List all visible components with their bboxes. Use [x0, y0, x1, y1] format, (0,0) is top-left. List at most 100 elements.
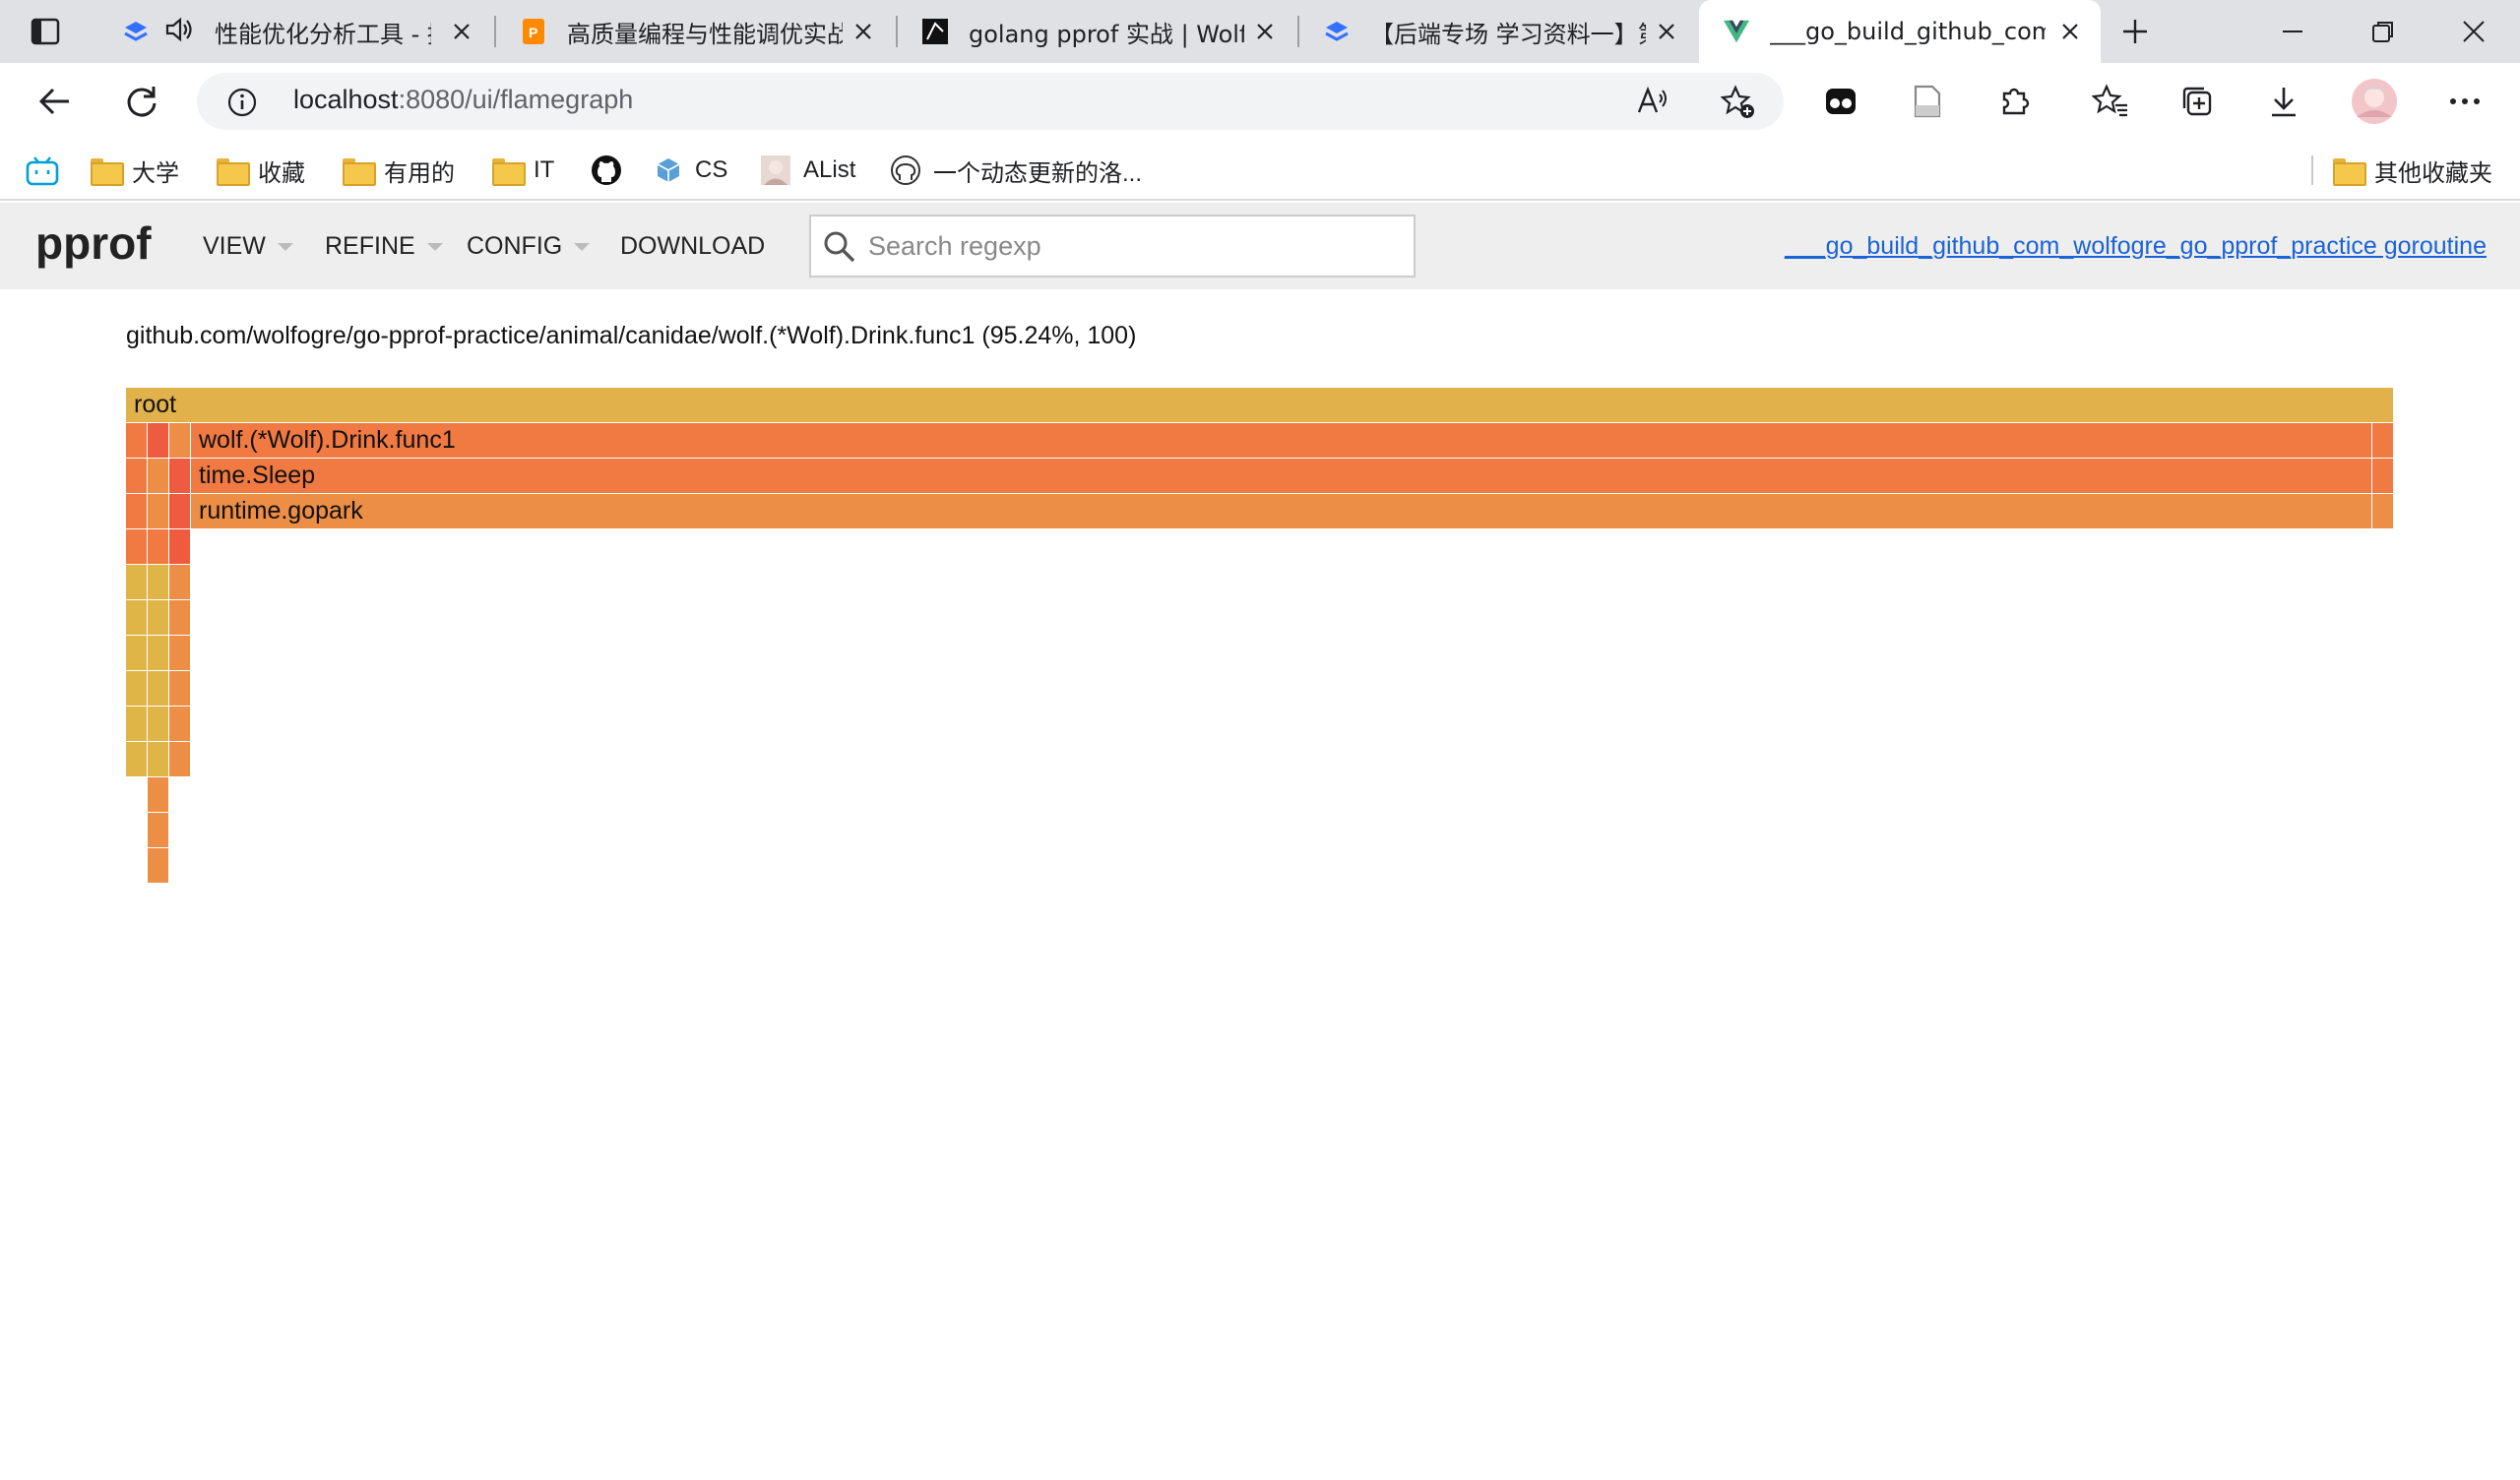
flame-frame[interactable] [169, 565, 191, 600]
tab-2[interactable]: golang pprof 实战 | Wolfo [898, 0, 1295, 63]
extensions-button[interactable] [1986, 74, 2042, 129]
extension-bear-button[interactable] [1813, 74, 1868, 129]
other-bookmarks-folder[interactable]: 其他收藏夹 [2333, 140, 2492, 201]
pprof-header: pprof VIEW REFINE CONFIG DOWNLOAD ___go_… [0, 203, 2520, 289]
flame-frame[interactable] [169, 742, 191, 777]
bookmark-cs[interactable]: CS [654, 140, 727, 201]
close-window-button[interactable] [2429, 0, 2518, 63]
extension-page-button[interactable] [1900, 74, 1955, 129]
flame-frame[interactable] [169, 636, 191, 671]
address-bar[interactable]: localhost:8080/ui/flamegraph [197, 73, 1784, 130]
avatar-icon [761, 155, 790, 185]
bookmark-folder-youyongde[interactable]: 有用的 [343, 140, 455, 201]
flame-frame[interactable] [126, 707, 148, 742]
tab-0[interactable]: 性能优化分析工具 - 掘 [98, 0, 492, 63]
flame-frame[interactable] [169, 529, 191, 565]
flame-frame[interactable] [126, 494, 148, 529]
new-tab-button[interactable] [2091, 0, 2179, 63]
bookmark-label: IT [534, 156, 555, 183]
flame-frame[interactable] [169, 600, 191, 636]
refresh-icon [127, 87, 157, 117]
flame-frame[interactable] [126, 529, 148, 565]
search-input[interactable] [866, 222, 1398, 270]
flame-frame[interactable] [148, 777, 169, 813]
flame-frame[interactable] [148, 636, 169, 671]
flame-frame-wolf-drink[interactable]: wolf.(*Wolf).Drink.func1 [191, 423, 2372, 459]
close-tab-icon[interactable] [2057, 19, 2083, 44]
flame-frame[interactable] [148, 848, 169, 884]
flame-frame[interactable] [126, 423, 148, 459]
cube-icon [657, 158, 680, 182]
menu-view[interactable]: VIEW [203, 232, 293, 261]
flame-frame[interactable] [169, 707, 191, 742]
read-aloud-icon[interactable] [1636, 85, 1670, 122]
url-text[interactable]: localhost:8080/ui/flamegraph [293, 85, 633, 115]
minimize-button[interactable] [2248, 0, 2337, 63]
flame-frame[interactable] [148, 494, 169, 529]
flame-frame[interactable] [169, 459, 191, 494]
close-tab-icon[interactable] [449, 19, 474, 44]
flame-frame[interactable] [126, 600, 148, 636]
flame-frame[interactable] [2372, 494, 2394, 529]
flame-frame[interactable] [148, 813, 169, 848]
flame-frame[interactable] [148, 707, 169, 742]
flame-frame[interactable] [148, 742, 169, 777]
flame-frame-time-sleep[interactable]: time.Sleep [191, 459, 2372, 494]
flame-frame[interactable] [148, 600, 169, 636]
more-menu-button[interactable] [2437, 74, 2492, 129]
restore-button[interactable] [2339, 0, 2427, 63]
flame-frame[interactable] [169, 671, 191, 707]
bookmark-folder-daxue[interactable]: 大学 [91, 140, 179, 201]
bookmark-alist[interactable]: AList [760, 140, 855, 201]
back-button[interactable] [28, 74, 83, 129]
flame-frame[interactable] [148, 671, 169, 707]
flame-frame[interactable] [148, 423, 169, 459]
collections-button[interactable] [2170, 74, 2225, 129]
flame-frame[interactable] [126, 742, 148, 777]
flame-frame[interactable] [2372, 423, 2394, 459]
binary-link[interactable]: ___go_build_github_com_wolfogre_go_pprof… [1785, 232, 2487, 261]
speaker-icon[interactable] [163, 16, 195, 47]
arrow-left-icon [38, 88, 69, 115]
add-favorite-icon[interactable] [1720, 85, 1756, 124]
favorites-button[interactable] [2083, 74, 2138, 129]
menu-download[interactable]: DOWNLOAD [620, 232, 765, 261]
pprof-logo[interactable]: pprof [35, 216, 152, 270]
menu-config[interactable]: CONFIG [467, 232, 591, 261]
flame-frame-root[interactable]: root [126, 388, 2394, 423]
tab-1[interactable]: P 高质量编程与性能调优实战 [496, 0, 894, 63]
flame-frame[interactable] [126, 459, 148, 494]
menu-refine[interactable]: REFINE [325, 232, 443, 261]
close-tab-icon[interactable] [1654, 19, 1679, 44]
bookmark-github[interactable] [591, 140, 622, 201]
flame-frame[interactable] [148, 565, 169, 600]
info-icon[interactable] [226, 87, 258, 122]
flame-frame[interactable] [126, 565, 148, 600]
flame-frame[interactable] [148, 529, 169, 565]
flame-frame[interactable] [169, 423, 191, 459]
flame-frame[interactable] [148, 459, 169, 494]
bookmark-folder-it[interactable]: IT [492, 140, 554, 201]
ppt-icon: P [520, 18, 547, 45]
search-box [809, 215, 1416, 278]
tab-actions-button[interactable] [18, 4, 73, 59]
tab-4-active[interactable]: ___go_build_github_com_w [1699, 0, 2101, 63]
tab-actions-icon [31, 18, 60, 45]
svg-text:P: P [529, 25, 537, 40]
bookmark-bilibili[interactable] [26, 140, 59, 201]
profile-button[interactable] [2347, 74, 2402, 129]
tab-3[interactable]: 【后端专场 学习资料一】第 [1299, 0, 1697, 63]
downloads-button[interactable] [2256, 74, 2311, 129]
flame-frame[interactable] [169, 494, 191, 529]
flame-frame[interactable] [126, 671, 148, 707]
close-tab-icon[interactable] [850, 19, 876, 44]
tab-title: ___go_build_github_com_w [1770, 18, 2046, 45]
close-tab-icon[interactable] [1252, 19, 1278, 44]
refresh-button[interactable] [114, 74, 169, 129]
flame-frame-runtime-gopark[interactable]: runtime.gopark [191, 494, 2372, 529]
bilibili-icon [26, 156, 59, 186]
flame-frame[interactable] [2372, 459, 2394, 494]
flame-frame[interactable] [126, 636, 148, 671]
bookmark-folder-shoucang[interactable]: 收藏 [217, 140, 305, 201]
bookmark-luogu[interactable]: 一个动态更新的洛... [890, 140, 1142, 201]
